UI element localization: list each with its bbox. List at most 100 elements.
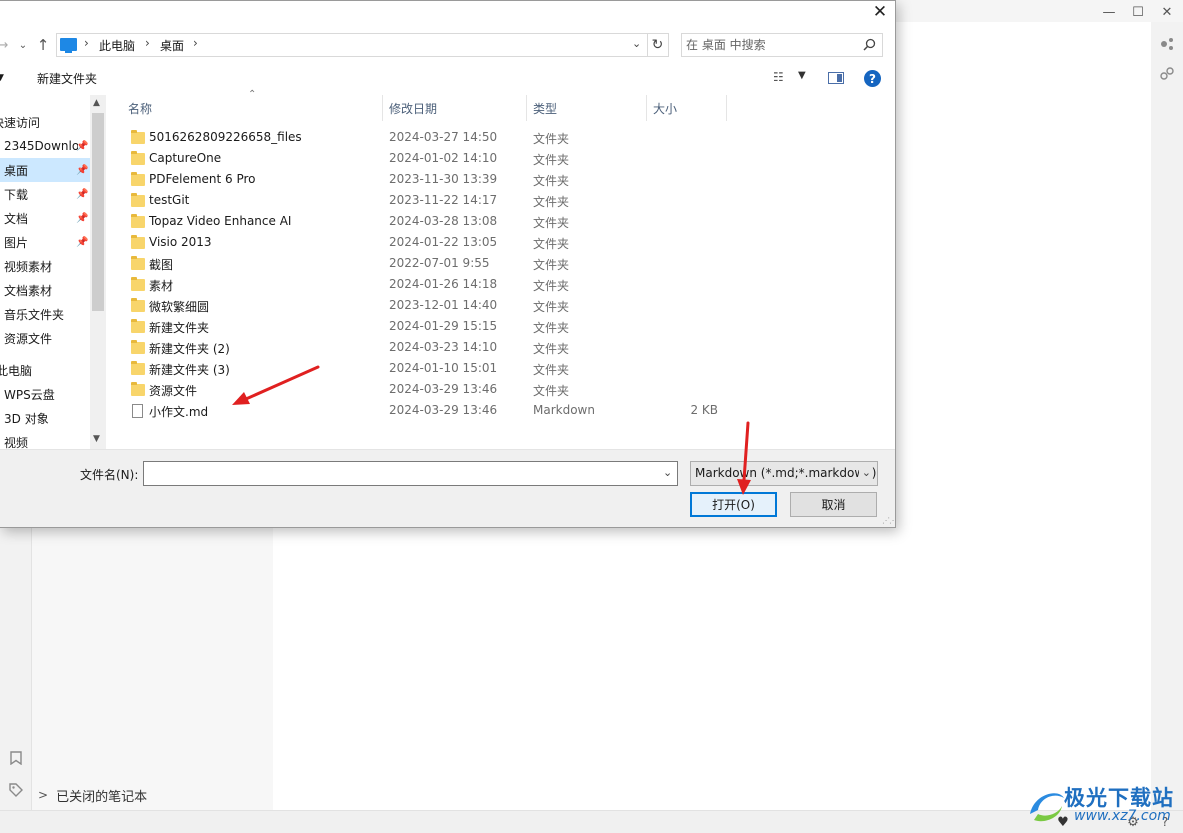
pin-icon: 📌 xyxy=(76,164,89,176)
nav-item-video-materials[interactable]: 视频素材 xyxy=(0,254,90,278)
filename-input[interactable] xyxy=(144,462,654,483)
resize-grip-icon[interactable]: ⋰⋰ xyxy=(882,516,895,525)
column-header-size[interactable]: 大小 xyxy=(647,95,727,121)
file-type-filter-select[interactable]: Markdown (*.md;*.markdown) ⌄ xyxy=(690,461,878,486)
closed-notebooks-item[interactable]: > 已关闭的笔记本 xyxy=(38,785,147,805)
nav-item-label: 文档 xyxy=(4,211,29,226)
file-row[interactable]: 新建文件夹 2024-01-29 15:15 文件夹 xyxy=(108,317,895,338)
file-row[interactable]: testGit 2023-11-22 14:17 文件夹 xyxy=(108,191,895,212)
nav-item-label: 视频素材 xyxy=(4,259,53,274)
file-row[interactable]: Visio 2013 2024-01-22 13:05 文件夹 xyxy=(108,233,895,254)
graph-icon[interactable] xyxy=(1157,64,1177,84)
app-minimize-button[interactable]: — xyxy=(1097,2,1121,22)
breadcrumb-separator-icon[interactable]: › xyxy=(145,36,150,50)
dialog-toolbar: ▼ 新建文件夹 ☷ ▼ ? xyxy=(0,65,895,91)
file-row[interactable]: Topaz Video Enhance AI 2024-03-28 13:08 文件… xyxy=(108,212,895,233)
file-row[interactable]: 新建文件夹 (2) 2024-03-23 14:10 文件夹 xyxy=(108,338,895,359)
navigation-bar: → ⌄ ↑ › 此电脑 › 桌面 › ⌄ ↻ xyxy=(0,31,895,59)
nav-item-pictures[interactable]: 图片 📌 xyxy=(0,230,90,254)
nav-item-label: 下载 xyxy=(4,187,29,202)
breadcrumb-desktop[interactable]: 桌面 xyxy=(160,37,184,54)
nav-item-label: 此电脑 xyxy=(0,363,33,378)
open-button[interactable]: 打开(O) xyxy=(690,492,777,517)
nav-item-downloads[interactable]: 下载 📌 xyxy=(0,182,90,206)
file-row[interactable]: 素材 2024-01-26 14:18 文件夹 xyxy=(108,275,895,296)
cancel-button[interactable]: 取消 xyxy=(790,492,877,517)
nav-item-this-pc[interactable]: 此电脑 xyxy=(0,358,90,382)
file-row[interactable]: CaptureOne 2024-01-02 14:10 文件夹 xyxy=(108,149,895,170)
app-maximize-button[interactable]: ☐ xyxy=(1126,2,1150,22)
folder-icon xyxy=(131,151,145,165)
file-date: 2023-11-30 13:39 xyxy=(389,172,498,186)
file-name: 新建文件夹 (2) xyxy=(149,342,230,356)
search-box[interactable] xyxy=(681,33,883,57)
file-name: 新建文件夹 (3) xyxy=(149,363,230,377)
outline-icon[interactable] xyxy=(1157,34,1177,54)
recent-locations-dropdown-icon[interactable]: ⌄ xyxy=(16,34,30,56)
nav-item-music-folder[interactable]: 音乐文件夹 xyxy=(0,302,90,326)
nav-item-wps-cloud[interactable]: WPS云盘 xyxy=(0,382,90,406)
dialog-close-button[interactable]: ✕ xyxy=(866,1,894,23)
scrollbar-thumb[interactable] xyxy=(92,113,104,311)
breadcrumb-separator-icon[interactable]: › xyxy=(84,36,89,50)
address-bar[interactable]: › 此电脑 › 桌面 › ⌄ xyxy=(56,33,648,57)
organize-dropdown-icon[interactable]: ▼ xyxy=(0,73,4,83)
folder-icon xyxy=(131,382,145,396)
view-dropdown-icon[interactable]: ▼ xyxy=(798,70,806,81)
new-folder-button[interactable]: 新建文件夹 xyxy=(37,70,97,87)
breadcrumb-this-pc[interactable]: 此电脑 xyxy=(99,37,135,54)
file-row[interactable]: 新建文件夹 (3) 2024-01-10 15:01 文件夹 xyxy=(108,359,895,380)
column-header-name[interactable]: 名称 ⌃ xyxy=(108,89,383,121)
tag-icon[interactable] xyxy=(6,780,26,800)
file-row[interactable]: 微软繁细圆 2023-12-01 14:40 文件夹 xyxy=(108,296,895,317)
app-close-button[interactable]: ✕ xyxy=(1155,2,1179,22)
watermark-url: www.xz7.com xyxy=(1074,808,1171,824)
file-row[interactable]: 截图 2022-07-01 9:55 文件夹 xyxy=(108,254,895,275)
nav-item-resource-files[interactable]: 资源文件 xyxy=(0,326,90,350)
nav-item-document-materials[interactable]: 文档素材 xyxy=(0,278,90,302)
file-type: 文件夹 xyxy=(533,132,570,146)
folder-icon xyxy=(131,256,145,270)
bookmark-icon[interactable] xyxy=(6,748,26,768)
nav-item-3d-objects[interactable]: 3D 对象 xyxy=(0,406,90,430)
nav-item-label: 图片 xyxy=(4,235,29,250)
file-type: 文件夹 xyxy=(533,300,570,314)
view-options-icon[interactable]: ☷ xyxy=(773,70,784,84)
search-icon[interactable] xyxy=(863,38,876,51)
file-name: 资源文件 xyxy=(149,384,198,398)
help-icon[interactable]: ? xyxy=(864,70,881,87)
folder-icon xyxy=(131,361,145,375)
file-type: Markdown xyxy=(533,403,595,417)
refresh-button[interactable]: ↻ xyxy=(647,33,669,57)
nav-pane-scrollbar[interactable]: ▲ ▼ xyxy=(90,95,106,449)
preview-pane-icon[interactable] xyxy=(828,72,844,84)
nav-item-2345downloads[interactable]: 2345Downloads📌 xyxy=(0,134,90,158)
file-row[interactable]: PDFelement 6 Pro 2023-11-30 13:39 文件夹 xyxy=(108,170,895,191)
folder-icon xyxy=(131,277,145,291)
file-row[interactable]: 5016262809226658_files 2024-03-27 14:50 文件… xyxy=(108,128,895,149)
filename-combobox[interactable]: ⌄ xyxy=(143,461,678,486)
file-row[interactable]: 资源文件 2024-03-29 13:46 文件夹 xyxy=(108,380,895,401)
breadcrumb-separator-icon[interactable]: › xyxy=(193,36,198,50)
search-input[interactable] xyxy=(686,36,856,54)
nav-item-quick-access[interactable]: 快速访问 xyxy=(0,110,90,134)
column-header-date[interactable]: 修改日期 xyxy=(383,95,527,121)
file-date: 2024-03-29 13:46 xyxy=(389,382,498,396)
file-date: 2024-01-29 15:15 xyxy=(389,319,498,333)
file-size: 2 KB xyxy=(690,403,718,417)
file-type: 文件夹 xyxy=(533,363,570,377)
up-arrow-icon[interactable]: ↑ xyxy=(34,34,52,56)
forward-icon[interactable]: → xyxy=(0,34,10,56)
column-type-label: 类型 xyxy=(533,101,558,116)
file-row-markdown[interactable]: 小作文.md 2024-03-29 13:46 Markdown 2 KB xyxy=(108,401,895,422)
filename-dropdown-icon[interactable]: ⌄ xyxy=(663,466,672,479)
nav-item-desktop[interactable]: 桌面 📌 xyxy=(0,158,90,182)
column-header-type[interactable]: 类型 xyxy=(527,95,647,121)
nav-item-label: WPS云盘 xyxy=(4,387,55,402)
scroll-down-icon[interactable]: ▼ xyxy=(93,434,100,444)
scroll-up-icon[interactable]: ▲ xyxy=(93,98,100,108)
chevron-down-icon: ⌄ xyxy=(858,466,871,479)
nav-item-documents[interactable]: 文档 📌 xyxy=(0,206,90,230)
file-date: 2023-11-22 14:17 xyxy=(389,193,498,207)
address-dropdown-icon[interactable]: ⌄ xyxy=(632,37,641,50)
